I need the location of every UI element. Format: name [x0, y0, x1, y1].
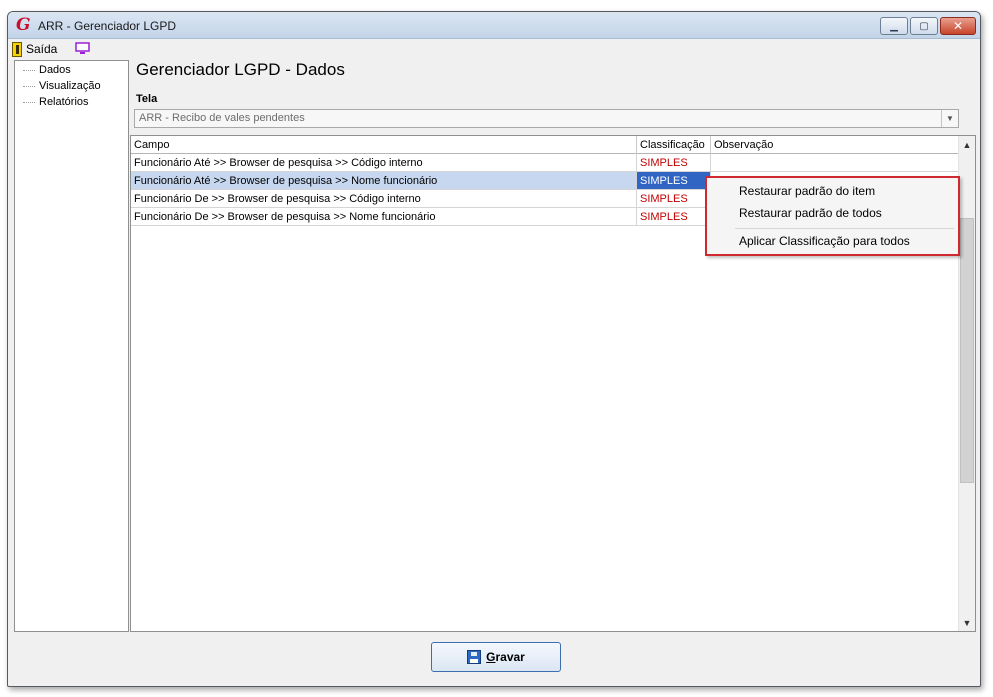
navigation-tree: Dados Visualização Relatórios: [14, 60, 129, 632]
tree-item-relatorios[interactable]: Relatórios: [19, 96, 89, 109]
menu-item-restore-item[interactable]: Restaurar padrão do item: [739, 184, 875, 198]
grid-header: Campo Classificação Observação: [131, 136, 959, 154]
scroll-up-icon[interactable]: ▲: [959, 136, 975, 153]
exit-label: Saída: [26, 42, 58, 56]
menu-item-restore-all[interactable]: Restaurar padrão de todos: [739, 206, 882, 220]
cell-campo[interactable]: Funcionário De >> Browser de pesquisa >>…: [131, 208, 637, 226]
title-bar[interactable]: G ARR - Gerenciador LGPD ▁ ▢ ✕: [8, 12, 980, 39]
save-button-label: Gravar: [486, 650, 525, 664]
cell-campo[interactable]: Funcionário Até >> Browser de pesquisa >…: [131, 172, 637, 190]
tela-select-value: ARR - Recibo de vales pendentes: [139, 112, 305, 124]
floppy-disk-icon: [467, 650, 482, 664]
tree-item-visualizacao[interactable]: Visualização: [19, 80, 101, 93]
vertical-scrollbar[interactable]: ▲ ▼: [958, 136, 975, 631]
maximize-button[interactable]: ▢: [910, 17, 938, 35]
chevron-down-icon[interactable]: ▼: [941, 110, 958, 127]
context-menu: Restaurar padrão do item Restaurar padrã…: [705, 176, 960, 256]
table-row[interactable]: Funcionário De >> Browser de pesquisa >>…: [131, 208, 711, 226]
minimize-icon: ▁: [890, 20, 898, 32]
scrollbar-thumb[interactable]: [960, 218, 974, 483]
minimize-button[interactable]: ▁: [880, 17, 908, 35]
menu-bar: Saída: [8, 39, 980, 59]
app-logo-icon: G: [16, 15, 31, 35]
column-header-campo[interactable]: Campo: [131, 136, 637, 154]
column-header-classificacao[interactable]: Classificação: [637, 136, 711, 154]
page-title: Gerenciador LGPD - Dados: [136, 60, 345, 79]
cell-classificacao[interactable]: SIMPLES: [637, 154, 711, 172]
tela-label: Tela: [136, 93, 158, 105]
table-row[interactable]: Funcionário Até >> Browser de pesquisa >…: [131, 154, 959, 172]
cell-campo[interactable]: Funcionário Até >> Browser de pesquisa >…: [131, 154, 637, 172]
table-row[interactable]: Funcionário De >> Browser de pesquisa >>…: [131, 190, 711, 208]
scroll-down-icon[interactable]: ▼: [959, 614, 975, 631]
menu-separator: [735, 228, 954, 229]
exit-menu-item[interactable]: Saída: [12, 41, 57, 57]
close-icon: ✕: [952, 19, 964, 33]
menu-item-apply-classification-all[interactable]: Aplicar Classificação para todos: [739, 234, 910, 248]
cell-classificacao[interactable]: SIMPLES: [637, 190, 711, 208]
cell-observacao[interactable]: [711, 154, 959, 172]
window-title: ARR - Gerenciador LGPD: [38, 19, 177, 33]
tela-select[interactable]: ARR - Recibo de vales pendentes ▼: [134, 109, 959, 128]
maximize-icon: ▢: [919, 20, 929, 32]
cell-campo[interactable]: Funcionário De >> Browser de pesquisa >>…: [131, 190, 637, 208]
tree-item-dados[interactable]: Dados: [19, 64, 71, 77]
column-header-observacao[interactable]: Observação: [711, 136, 959, 154]
cell-classificacao[interactable]: SIMPLES: [637, 208, 711, 226]
cell-classificacao[interactable]: SIMPLES: [637, 172, 711, 190]
save-button[interactable]: Gravar: [431, 642, 561, 672]
door-exit-icon: [12, 41, 22, 57]
close-button[interactable]: ✕: [940, 17, 976, 35]
table-row-selected[interactable]: Funcionário Até >> Browser de pesquisa >…: [131, 172, 711, 190]
monitor-icon[interactable]: [75, 42, 90, 55]
app-window: G ARR - Gerenciador LGPD ▁ ▢ ✕ Saída Dad…: [7, 11, 981, 687]
